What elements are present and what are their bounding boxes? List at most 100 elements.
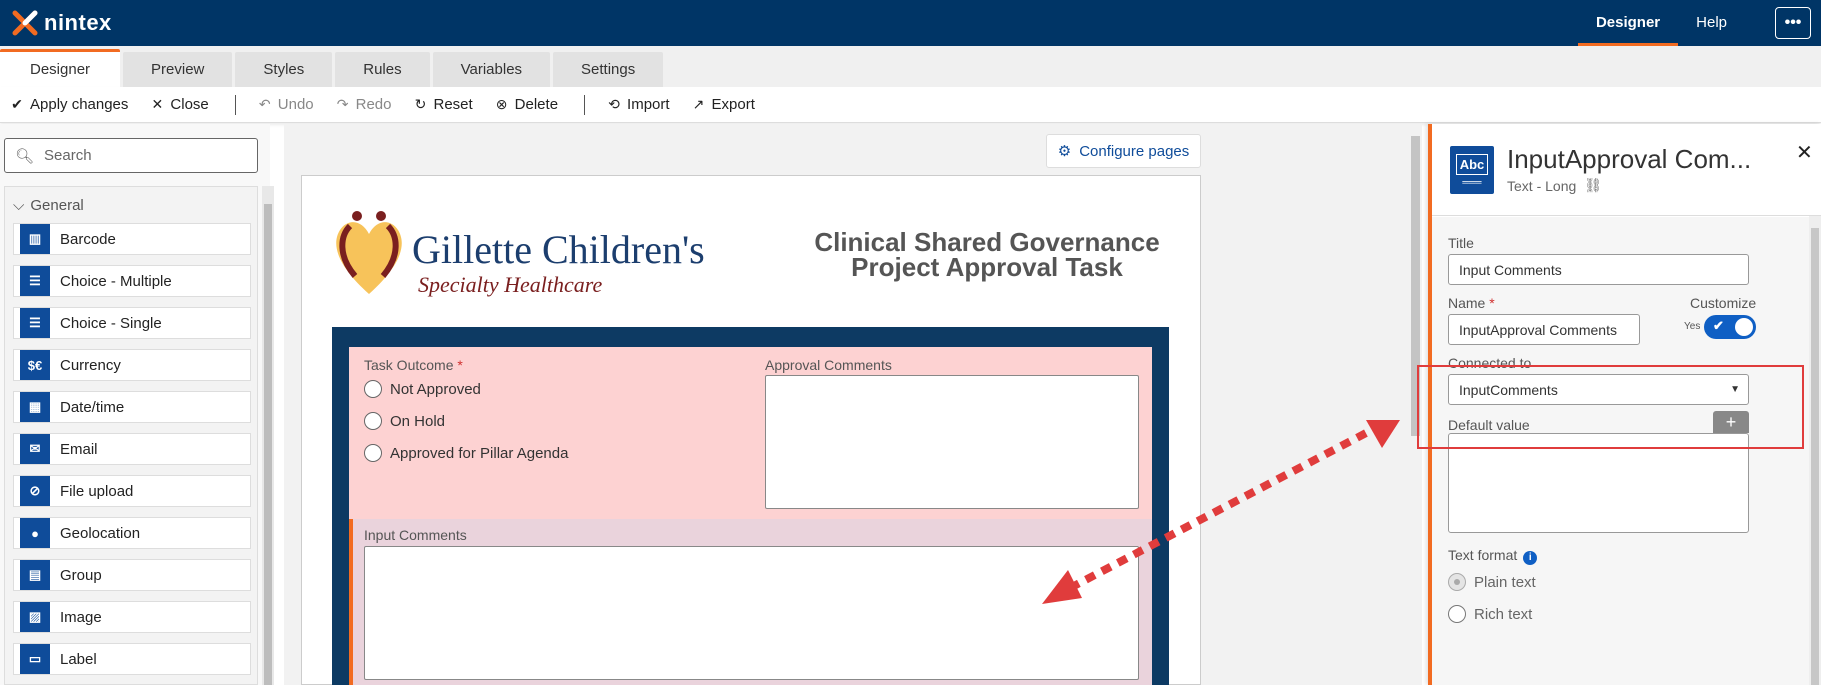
control-item-choice-multiple[interactable]: ☰ Choice - Multiple [13,265,251,297]
import-label: Import [627,96,670,113]
link-icon[interactable]: ⛓ [1584,177,1602,194]
tab-designer[interactable]: Designer [0,49,121,87]
nintex-x-icon [12,10,38,36]
approval-comments-textarea[interactable] [765,375,1139,509]
control-item-barcode[interactable]: ▥ Barcode [13,223,251,255]
group-general-header[interactable]: ⌵ General [13,197,84,214]
controls-search-input[interactable]: 🔍︎ Search [4,138,258,173]
reset-button[interactable]: ↻ Reset [413,96,473,113]
reset-label: Reset [433,96,473,113]
control-item-label: Barcode [60,230,116,248]
control-item-label: Date/time [60,398,125,416]
paperclip-icon: ⊘ [20,476,50,506]
close-panel-button[interactable]: ✕ [1796,140,1813,165]
group-general-label: General [30,197,84,214]
format-plain-text[interactable]: Plain text [1448,573,1536,591]
outcome-not-approved[interactable]: Not Approved [364,380,481,398]
format-label: Plain text [1474,573,1536,591]
control-item-label: Image [60,608,102,626]
outcome-on-hold[interactable]: On Hold [364,412,445,430]
controls-scrollbar[interactable] [262,186,274,685]
input-comments-label: Input Comments [364,527,467,543]
checklist-icon: ☰ [20,266,50,296]
check-circle-icon: ✔ [11,96,23,112]
control-item-currency[interactable]: $€ Currency [13,349,251,381]
control-item-label[interactable]: ▭ Label [13,643,251,675]
radio-list-icon: ☰ [20,308,50,338]
close-button[interactable]: ✕ Close [150,96,209,113]
nav-designer[interactable]: Designer [1577,0,1679,46]
map-pin-icon: ● [20,518,50,548]
control-type: Text - Long ⛓ [1507,177,1602,194]
radio-button[interactable] [1448,573,1466,591]
image-icon: ▨ [20,602,50,632]
configure-pages-label: Configure pages [1079,142,1190,160]
export-button[interactable]: ↗ Export [692,96,755,113]
input-comments-section[interactable]: Input Comments [349,519,1152,685]
control-item-image[interactable]: ▨ Image [13,601,251,633]
import-button[interactable]: ⟲ Import [607,96,670,113]
delete-button[interactable]: ⊗ Delete [495,96,558,113]
export-label: Export [711,96,755,113]
group-icon: ▤ [20,560,50,590]
toolbar-divider [234,94,236,115]
heart-logo-icon [336,211,402,294]
format-rich-text[interactable]: Rich text [1448,605,1532,623]
control-title: InputApproval Com... [1507,144,1752,174]
calendar-icon: ▦ [20,392,50,422]
customize-state-label: Yes [1684,321,1701,332]
org-name: Gillette Children's [412,227,705,272]
name-field-label: Name * [1448,295,1495,311]
customize-toggle[interactable]: ✔ [1704,315,1756,339]
tab-preview[interactable]: Preview [123,52,233,87]
text-format-label: Text format i [1448,547,1538,565]
control-item-email[interactable]: ✉ Email [13,433,251,465]
redo-button[interactable]: ↷ Redo [336,96,392,113]
properties-scrollbar[interactable] [1809,216,1821,685]
tab-settings[interactable]: Settings [553,52,664,87]
configure-pages-button[interactable]: ⚙ Configure pages [1046,134,1201,168]
top-nav: Designer Help ••• [1577,0,1821,46]
control-item-label: Group [60,566,102,584]
radio-button[interactable] [1448,605,1466,623]
control-item-label: Email [60,440,98,458]
radio-button[interactable] [364,380,382,398]
control-item-choice-single[interactable]: ☰ Choice - Single [13,307,251,339]
redo-icon: ↷ [336,96,349,112]
more-options-button[interactable]: ••• [1775,7,1811,39]
format-label: Rich text [1474,605,1533,623]
search-icon: 🔍︎ [15,147,35,165]
task-outcome-label: Task Outcome * [364,357,463,373]
name-input[interactable]: InputApproval Comments [1448,314,1640,345]
control-item-label: File upload [60,482,134,500]
radio-button[interactable] [364,444,382,462]
apply-changes-button[interactable]: ✔ Apply changes [10,96,128,113]
connected-to-highlight-box [1417,365,1804,449]
title-input[interactable]: Input Comments [1448,254,1749,285]
toggle-knob [1735,318,1753,336]
task-outcome-section[interactable]: Task Outcome * Not Approved On Hold Appr… [349,347,1152,519]
tab-styles[interactable]: Styles [235,52,333,87]
control-item-group[interactable]: ▤ Group [13,559,251,591]
info-icon[interactable]: i [1523,551,1538,565]
undo-icon: ↶ [258,96,271,112]
control-item-label: Choice - Multiple [60,272,172,290]
control-item-file-upload[interactable]: ⊘ File upload [13,475,251,507]
outcome-label: Not Approved [390,380,481,398]
control-item-date-time[interactable]: ▦ Date/time [13,391,251,423]
tab-variables[interactable]: Variables [432,52,551,87]
nintex-logo[interactable]: nintex [12,10,112,36]
import-icon: ⟲ [608,96,620,112]
close-label: Close [170,96,209,113]
control-item-label: Geolocation [60,524,141,542]
control-item-label: Choice - Single [60,314,162,332]
nav-help[interactable]: Help [1678,0,1745,46]
input-comments-textarea[interactable] [364,546,1139,680]
radio-button[interactable] [364,412,382,430]
brand-name: nintex [44,10,112,35]
undo-button[interactable]: ↶ Undo [258,96,314,113]
tab-rules[interactable]: Rules [335,52,430,87]
outcome-approved-pillar[interactable]: Approved for Pillar Agenda [364,444,568,462]
undo-label: Undo [277,96,314,113]
control-item-geolocation[interactable]: ● Geolocation [13,517,251,549]
